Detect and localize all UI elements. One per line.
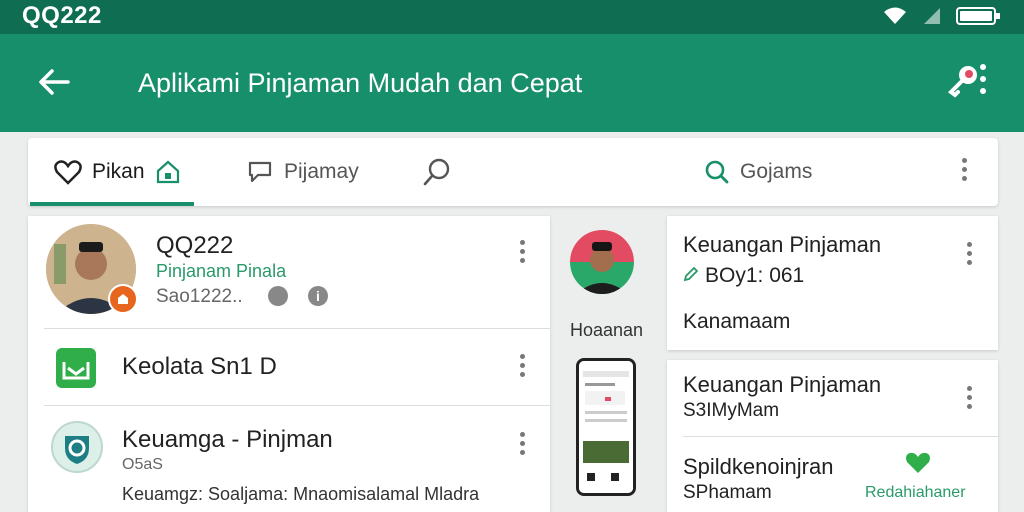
loan-card[interactable]: Keuangan Pinjaman BOy1: 061 Kanamaam (667, 216, 998, 350)
status-carrier: QQ222 (22, 2, 102, 29)
list-item-title: Keolata Sn1 D (122, 353, 277, 380)
phone-preview-image[interactable] (576, 358, 636, 496)
profile-subtitle: Pinjanam Pinala (156, 261, 287, 281)
card-overflow-icon[interactable] (967, 242, 973, 265)
list-item[interactable]: Keuamga - Pinjman O5aS Keuamgz: Soaljama… (28, 406, 550, 512)
card-amount: BOy1: 061 (705, 264, 805, 287)
status-bar: QQ222 (0, 0, 1024, 34)
tab-pijamay[interactable]: Pijamay (246, 138, 359, 206)
card-subtitle: SPhamam (683, 482, 772, 503)
heart-icon (906, 452, 930, 473)
arrow-badge-icon (268, 286, 288, 306)
list-item-profile[interactable]: QQ222 Pinjanam Pinala Sao1222.. i (28, 216, 550, 328)
battery-icon (956, 7, 1000, 25)
profile-meta: Sao1222.. (156, 286, 243, 307)
card-meta: Kanamaam (683, 310, 791, 333)
tab-label: Gojams (740, 160, 813, 183)
system-icons (882, 6, 1002, 26)
tab-pikan[interactable]: Pikan (54, 138, 181, 206)
heart-icon (54, 160, 82, 185)
card-title: Keuangan Pinjaman (683, 232, 882, 257)
loan-list: QQ222 Pinjanam Pinala Sao1222.. i Keolat… (28, 216, 550, 512)
overflow-menu-icon[interactable] (980, 64, 986, 94)
key-icon[interactable] (946, 64, 980, 98)
inbox-icon (56, 348, 96, 388)
app-bar: Aplikami Pinjaman Mudah dan Cepat (0, 34, 1024, 132)
chat-bubble-icon (248, 161, 272, 183)
search-icon (705, 160, 729, 184)
tab-bar: Pikan Pijamay Gojams (28, 138, 998, 206)
pencil-icon (683, 266, 699, 282)
card-overflow-icon[interactable] (967, 386, 973, 409)
shield-logo-icon (51, 421, 103, 473)
profile-name: QQ222 (156, 232, 234, 259)
tab-overflow-icon[interactable] (962, 158, 968, 181)
loan-card[interactable]: Keuangan Pinjaman S3IMyMam Spildkenoinjr… (667, 360, 998, 512)
search-icon (423, 158, 450, 186)
list-item[interactable]: Keolata Sn1 D (28, 329, 550, 405)
notification-badge-icon (108, 284, 138, 314)
active-tab-indicator (30, 202, 194, 206)
home-lock-icon (156, 160, 179, 184)
item-overflow-icon[interactable] (520, 432, 526, 455)
card-subtitle: S3IMyMam (683, 400, 780, 421)
tab-gojams[interactable]: Gojams (704, 138, 812, 206)
list-item-code: O5aS (122, 456, 163, 473)
divider (683, 436, 998, 437)
avatar[interactable] (570, 230, 634, 294)
item-overflow-icon[interactable] (520, 240, 526, 263)
list-item-title: Keuamga - Pinjman (122, 426, 333, 453)
page-title: Aplikami Pinjaman Mudah dan Cepat (138, 68, 583, 98)
back-arrow-icon[interactable] (36, 64, 72, 100)
tab-label: Pijamay (284, 160, 359, 183)
card-title: Spildkenoinjran (683, 454, 834, 479)
tab-label: Pikan (92, 160, 145, 183)
card-right-label: Redahiahaner (865, 484, 966, 501)
item-overflow-icon[interactable] (520, 354, 526, 377)
signal-icon (924, 8, 940, 24)
card-title: Keuangan Pinjaman (683, 372, 882, 397)
middle-label: Hoaanan (570, 320, 644, 340)
wifi-icon (884, 7, 906, 24)
info-icon[interactable]: i (308, 286, 328, 306)
list-item-description: Keuamgz: Soaljama: Mnaomisalamal Mladra (122, 484, 480, 504)
middle-column: Hoaanan (556, 216, 660, 512)
tab-search[interactable] (422, 138, 452, 206)
